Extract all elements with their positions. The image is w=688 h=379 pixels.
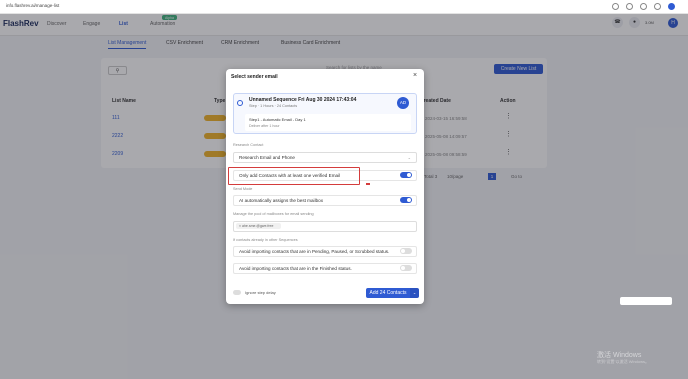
extension-icon[interactable] xyxy=(640,3,647,10)
mailbox-chip[interactable]: × ahe.sme.@gwe.free xyxy=(236,223,281,229)
add-contacts-button[interactable]: Add 24 Contacts xyxy=(366,288,410,298)
sidepanel-icon[interactable] xyxy=(654,3,661,10)
avoid-finished-row: Avoid importing contacts that are in the… xyxy=(233,263,417,274)
sequence-owner-avatar: AD xyxy=(397,97,409,109)
highlight-annotation xyxy=(228,167,360,185)
browser-toolbar xyxy=(0,0,688,14)
ignore-step-delay-label: Ignore step delay xyxy=(245,290,276,295)
sequence-radio[interactable] xyxy=(237,100,243,106)
profile-icon[interactable] xyxy=(668,3,675,10)
windows-activation-subtitle: 转到“设置”以激活 Windows。 xyxy=(597,359,650,364)
sequence-step-delay: Deliver after 1 hour xyxy=(249,124,280,128)
sequence-step-title: Step1 - Automatic Email - Day 1 xyxy=(249,117,306,122)
sequence-title: Unnamed Sequence Fri Aug 30 2024 17:43:0… xyxy=(249,97,357,103)
avoid-pending-row: Avoid importing contacts that are in Pen… xyxy=(233,246,417,257)
avoid-finished-toggle[interactable] xyxy=(400,265,412,271)
mailbox-pool-label: Manage the pool of mailboxes for email s… xyxy=(233,212,314,216)
modal-title: Select sender email xyxy=(231,74,278,80)
cursor-marker xyxy=(366,183,370,185)
send-mode-value: AI automatically assigns the best mailbo… xyxy=(239,198,324,203)
send-mode-toggle[interactable] xyxy=(400,197,412,203)
chevron-down-icon[interactable]: ⌄ xyxy=(410,288,419,298)
send-mode-row: AI automatically assigns the best mailbo… xyxy=(233,195,417,206)
research-contact-value: Research Email and Phone xyxy=(239,155,295,160)
address-bar[interactable]: info.flashrev.ai/manage-list xyxy=(6,3,59,8)
zoom-icon[interactable] xyxy=(612,3,619,10)
close-icon[interactable]: × xyxy=(413,72,417,79)
chevron-down-icon: ⌄ xyxy=(407,155,411,160)
research-contact-select[interactable]: Research Email and Phone ⌄ xyxy=(233,152,417,163)
research-contact-label: Research Contact xyxy=(233,143,264,147)
existing-contacts-label: If contacts already in other Sequences xyxy=(233,238,298,242)
avoid-finished-label: Avoid importing contacts that are in the… xyxy=(239,266,352,271)
ignore-step-delay-toggle[interactable] xyxy=(233,290,241,295)
avoid-pending-label: Avoid importing contacts that are in Pen… xyxy=(239,249,390,254)
tray-icons xyxy=(620,297,672,305)
avoid-pending-toggle[interactable] xyxy=(400,248,412,254)
bookmark-icon[interactable] xyxy=(626,3,633,10)
verified-email-toggle[interactable] xyxy=(400,172,412,178)
send-mode-label: Send Mode xyxy=(233,187,253,191)
sequence-meta: Step · 1 Hours · 24 Contacts xyxy=(249,104,298,108)
